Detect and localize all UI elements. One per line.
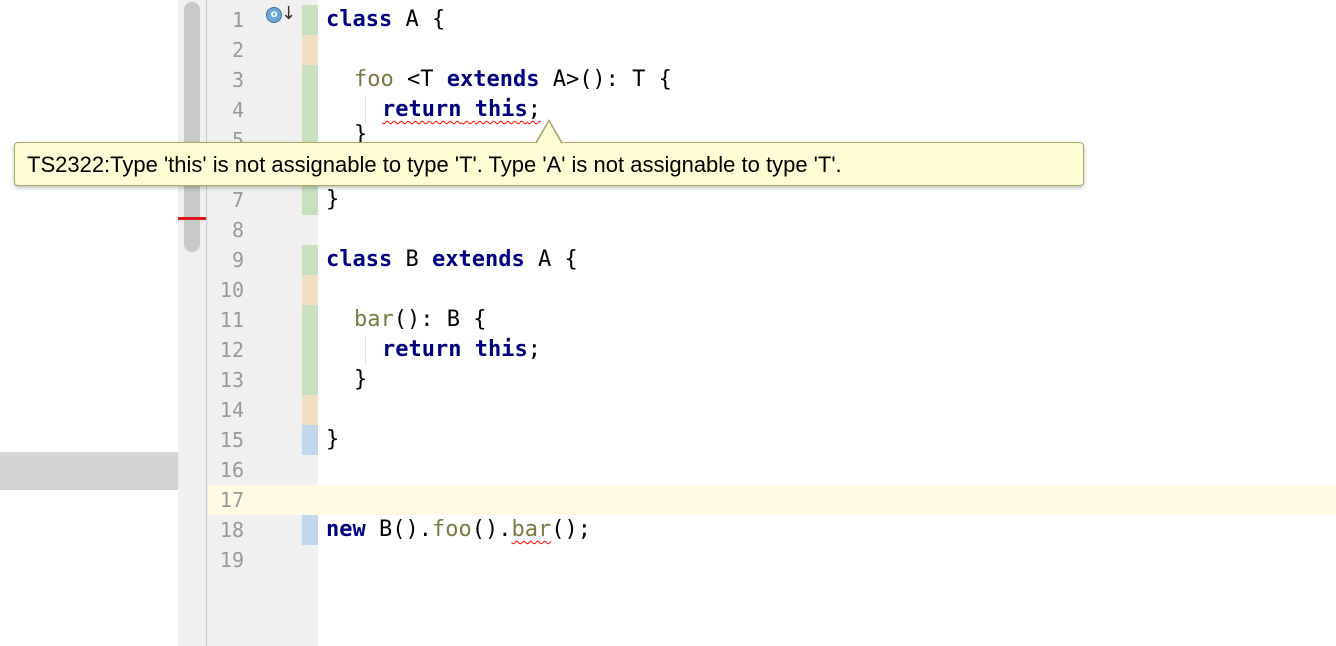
code-text: }: [354, 122, 368, 142]
line-number[interactable]: 11: [208, 305, 244, 335]
code-text: }: [354, 367, 368, 392]
code-text: }: [326, 187, 340, 212]
code-text: A>(): T {: [539, 67, 672, 92]
line-number[interactable]: 10: [208, 275, 244, 305]
code-text: B().: [365, 517, 432, 542]
code-text: A {: [392, 7, 446, 32]
arrow-down-icon[interactable]: ↓: [281, 5, 296, 23]
code-text: (): B {: [393, 307, 487, 332]
left-panel: [0, 0, 178, 646]
code-line-3[interactable]: foo <T extends A>(): T {: [354, 65, 672, 95]
vcs-change-marker[interactable]: [302, 65, 318, 215]
line-number[interactable]: 17: [208, 485, 244, 515]
code-text: ;: [527, 337, 541, 362]
overridden-method-icon[interactable]: o: [266, 7, 282, 23]
code-line-4[interactable]: return this;: [382, 95, 541, 125]
method-name: foo: [431, 517, 472, 542]
vcs-change-marker[interactable]: [302, 5, 318, 35]
keyword: class: [326, 7, 393, 32]
method-name: bar: [354, 307, 394, 332]
keyword: new: [326, 517, 366, 542]
vcs-change-marker[interactable]: [302, 275, 318, 305]
line-number[interactable]: 12: [208, 335, 244, 365]
code-line-7[interactable]: }: [326, 185, 339, 215]
code-line-13[interactable]: }: [354, 365, 367, 395]
code-line-15[interactable]: }: [326, 425, 339, 455]
editor-scrollbar-thumb[interactable]: [184, 2, 200, 252]
keyword: return: [382, 337, 462, 362]
line-number[interactable]: 8: [208, 215, 244, 245]
error-tooltip-message: TS2322:Type 'this' is not assignable to …: [27, 152, 842, 177]
line-number[interactable]: 1: [208, 5, 244, 35]
code-line-18[interactable]: new B().foo().bar();: [326, 515, 591, 545]
tooltip-pointer: [537, 122, 561, 143]
method-name: foo: [354, 67, 394, 92]
code-text: <T: [393, 67, 447, 92]
method-name-error[interactable]: bar: [511, 517, 551, 542]
code-line-5[interactable]: }: [354, 120, 367, 142]
line-number[interactable]: 3: [208, 65, 244, 95]
code-text: A {: [524, 247, 578, 272]
line-number[interactable]: 7: [208, 185, 244, 215]
line-number[interactable]: 16: [208, 455, 244, 485]
code-text: ();: [551, 517, 591, 542]
keyword: return: [382, 97, 462, 122]
caret-line-highlight: [208, 485, 1336, 515]
indent-guide: [365, 335, 366, 365]
keyword: this: [474, 97, 528, 122]
vcs-change-marker[interactable]: [302, 425, 318, 455]
code-line-1[interactable]: class A {: [326, 5, 445, 35]
left-panel-selection[interactable]: [0, 452, 178, 490]
vcs-change-marker[interactable]: [302, 305, 318, 395]
vcs-change-marker[interactable]: [302, 395, 318, 425]
line-number[interactable]: 2: [208, 35, 244, 65]
code-line-12[interactable]: return this;: [382, 335, 541, 365]
line-number[interactable]: 15: [208, 425, 244, 455]
vcs-change-marker[interactable]: [302, 515, 318, 545]
keyword: extends: [446, 67, 540, 92]
code-text: ().: [471, 517, 512, 542]
error-stripe-marker[interactable]: [178, 217, 206, 220]
keyword: this: [474, 337, 528, 362]
line-number[interactable]: 19: [208, 545, 244, 575]
keyword: extends: [431, 247, 525, 272]
code-text: }: [326, 427, 340, 452]
line-number[interactable]: 14: [208, 395, 244, 425]
error-tooltip: TS2322:Type 'this' is not assignable to …: [14, 142, 1084, 186]
code-text: B: [392, 247, 432, 272]
vcs-change-marker[interactable]: [302, 35, 318, 65]
code-line-11[interactable]: bar(): B {: [354, 305, 486, 335]
keyword: class: [326, 247, 393, 272]
line-number[interactable]: 9: [208, 245, 244, 275]
line-number[interactable]: 4: [208, 95, 244, 125]
code-line-9[interactable]: class B extends A {: [326, 245, 578, 275]
line-number[interactable]: 18: [208, 515, 244, 545]
line-number[interactable]: 13: [208, 365, 244, 395]
vcs-change-marker[interactable]: [302, 245, 318, 275]
